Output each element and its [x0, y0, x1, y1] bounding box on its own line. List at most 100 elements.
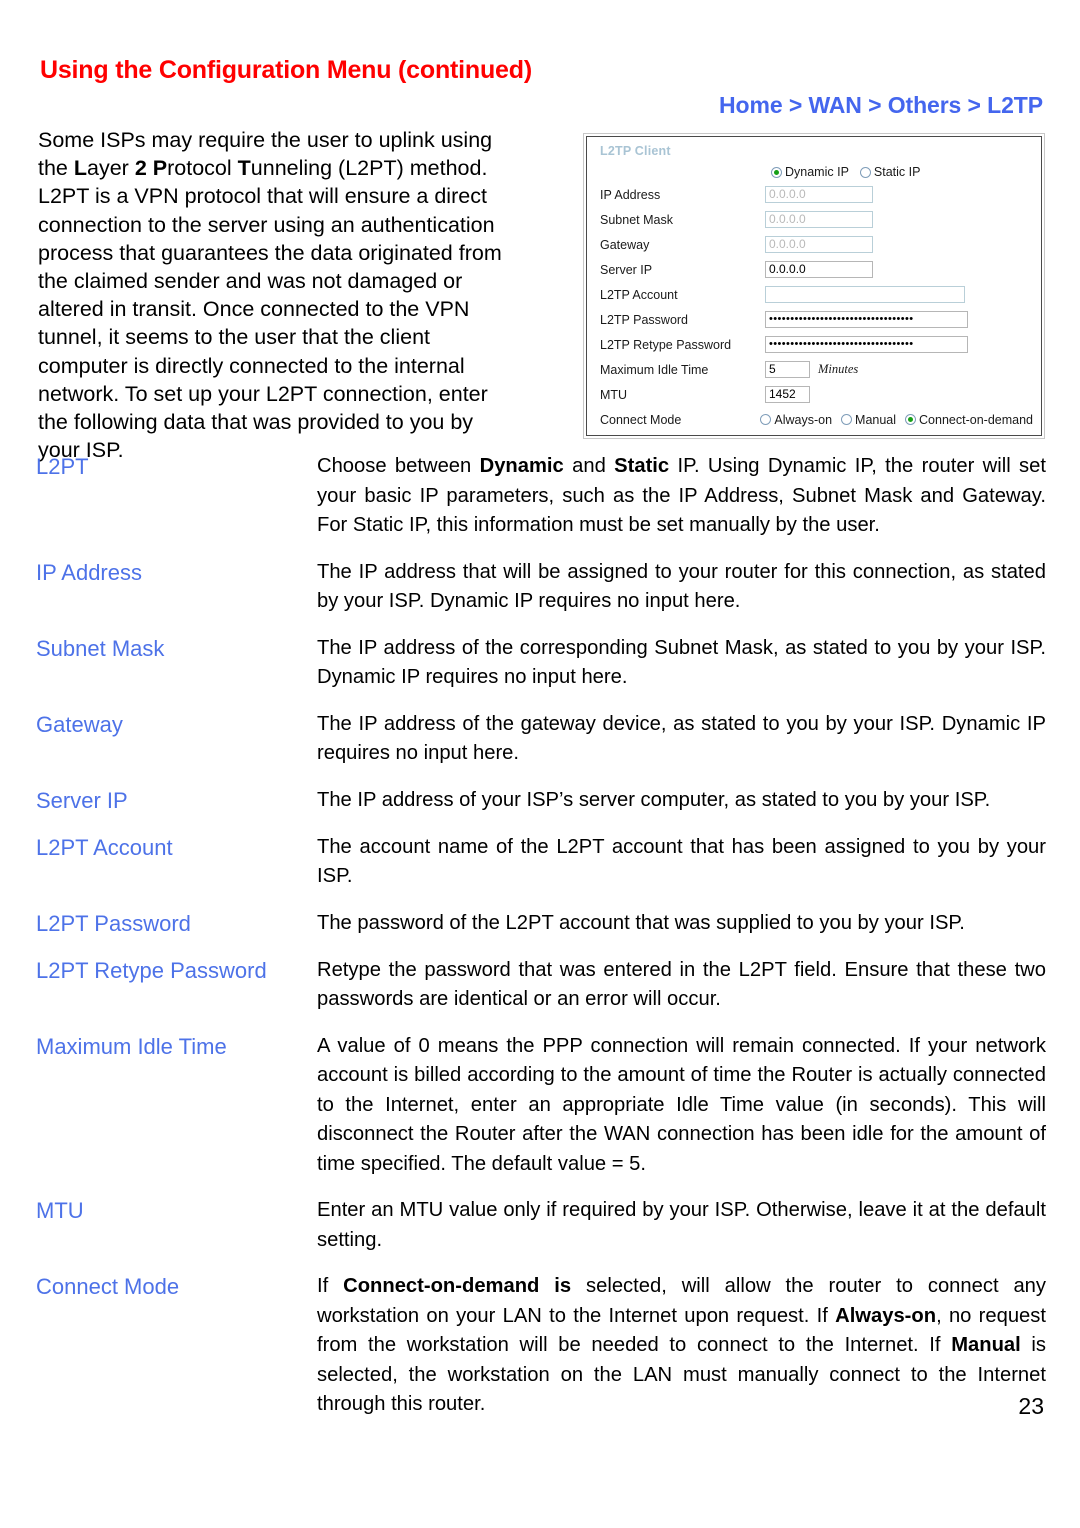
breadcrumb: Home > WAN > Others > L2TP — [719, 92, 1043, 118]
radio-label: Connect-on-demand — [919, 412, 1033, 427]
definition-term: L2PT Account — [36, 834, 173, 860]
field-label: L2TP Password — [600, 312, 689, 327]
l2tp-account-input[interactable] — [765, 286, 965, 303]
definition-description: A value of 0 means the PPP connection wi… — [317, 1032, 1046, 1180]
radio-always-on[interactable]: Always-on — [760, 413, 832, 427]
ip-mode-radio-group: Dynamic IP Static IP — [595, 165, 1033, 179]
definition-term: Maximum Idle Time — [36, 1033, 227, 1059]
intro-text: the — [38, 156, 74, 181]
intro-line: tunnel, it seems to the user that the cl… — [38, 325, 430, 350]
subnet-mask-input[interactable]: 0.0.0.0 — [765, 211, 873, 228]
definition-row: L2PT Retype Password Retype the password … — [36, 956, 1046, 1015]
radio-connect-on-demand[interactable]: Connect-on-demand — [905, 413, 1033, 427]
field-row-l2tp-retype-password: L2TP Retype Password •••••••••••••••••••… — [595, 332, 1033, 357]
intro-line: computer is directly connected to the in… — [38, 353, 465, 378]
field-label: Gateway — [600, 237, 650, 252]
definition-term: L2PT — [36, 454, 89, 479]
definition-description: The IP address of the corresponding Subn… — [317, 634, 1046, 693]
field-label: L2TP Retype Password — [600, 337, 732, 352]
ip-address-input[interactable]: 0.0.0.0 — [765, 186, 873, 203]
field-row-l2tp-account: L2TP Account — [595, 282, 1033, 307]
intro-line: network. To set up your L2PT connection,… — [38, 381, 488, 406]
definition-row: L2PT Choose between Dynamic and Static IP… — [36, 452, 1046, 541]
intro-text: unneling (L2PT) method. — [250, 156, 488, 181]
l2tp-client-panel-body: L2TP Client Dynamic IP Static IP IP Addr… — [586, 136, 1042, 436]
maximum-idle-time-input[interactable]: 5 — [765, 361, 810, 378]
server-ip-input[interactable]: 0.0.0.0 — [765, 261, 873, 278]
definition-description: Choose between Dynamic and Static IP. Us… — [317, 452, 1046, 541]
l2tp-form: IP Address 0.0.0.0 Subnet Mask 0.0.0.0 G… — [595, 182, 1033, 432]
definition-term: Connect Mode — [36, 1274, 180, 1299]
radio-static-ip[interactable]: Static IP — [859, 165, 921, 179]
definition-text: Choose between — [317, 455, 480, 477]
intro-paragraph: Some ISPs may require the user to uplink… — [38, 126, 563, 464]
definition-text: and — [563, 455, 615, 477]
definition-row: Subnet Mask The IP address of the corresp… — [36, 634, 1046, 693]
radio-label: Always-on — [774, 412, 833, 427]
definition-row: Gateway The IP address of the gateway dev… — [36, 710, 1046, 769]
definition-term: MTU — [36, 1198, 84, 1223]
l2tp-client-panel: L2TP Client Dynamic IP Static IP IP Addr… — [583, 133, 1045, 439]
definition-description: The IP address that will be assigned to … — [317, 558, 1046, 617]
definition-text: A value of 0 means the PPP connection wi… — [317, 1034, 1046, 1175]
radio-dot-icon — [859, 166, 871, 178]
intro-line: the Layer 2 Protocol Tunneling (L2PT) me… — [38, 154, 563, 182]
mtu-input[interactable]: 1452 — [765, 386, 810, 403]
intro-line: Some ISPs may require the user to uplink… — [38, 128, 493, 152]
radio-label: Manual — [855, 412, 897, 427]
definition-bold-text: Static — [614, 455, 670, 477]
intro-line: the claimed sender and was not damaged o… — [38, 269, 463, 294]
definition-description: The IP address of your ISP’s server comp… — [317, 786, 1046, 816]
radio-dot-icon — [760, 414, 772, 425]
intro-bold: P — [152, 156, 168, 181]
definition-row: Server IP The IP address of your ISP’s se… — [36, 786, 1046, 816]
field-label: Maximum Idle Time — [600, 362, 709, 377]
radio-manual[interactable]: Manual — [841, 413, 896, 427]
field-label: Connect Mode — [600, 412, 682, 427]
field-row-connect-mode: Connect Mode Always-on Manual Connect-on… — [595, 407, 1033, 432]
intro-text: rotocol — [167, 156, 238, 181]
definition-description: Retype the password that was entered in … — [317, 956, 1046, 1015]
definition-description: The account name of the L2PT account tha… — [317, 833, 1046, 892]
intro-text: ayer — [87, 156, 135, 181]
definition-text: The IP address of the corresponding Subn… — [317, 636, 1046, 689]
radio-dot-icon — [771, 166, 782, 178]
radio-dynamic-ip[interactable]: Dynamic IP — [771, 165, 849, 179]
intro-bold: L — [73, 156, 88, 181]
definition-term: L2PT Password — [36, 910, 191, 936]
definition-text: The account name of the L2PT account tha… — [317, 835, 1046, 888]
idle-time-unit-label: Minutes — [818, 362, 859, 376]
definition-bold-text: Connect-on-demand is — [343, 1275, 572, 1297]
definition-description: Enter an MTU value only if required by y… — [317, 1196, 1046, 1255]
definition-row: MTU Enter an MTU value only if required b… — [36, 1196, 1046, 1255]
l2tp-retype-password-input[interactable]: •••••••••••••••••••••••••••••••••• — [765, 336, 968, 353]
connect-mode-radio-group: Always-on Manual Connect-on-demand — [760, 413, 1033, 427]
intro-line: process that guarantees the data origina… — [38, 240, 502, 265]
l2tp-password-input[interactable]: •••••••••••••••••••••••••••••••••• — [765, 311, 968, 328]
field-row-server-ip: Server IP 0.0.0.0 — [595, 257, 1033, 282]
field-label: MTU — [600, 387, 628, 402]
radio-dot-icon — [841, 414, 853, 425]
document-page: Using the Configuration Menu (continued)… — [0, 0, 1080, 1528]
field-row-ip-address: IP Address 0.0.0.0 — [595, 182, 1033, 207]
definition-row: L2PT Account The account name of the L2PT… — [36, 833, 1046, 892]
field-row-gateway: Gateway 0.0.0.0 — [595, 232, 1033, 257]
definition-description: The IP address of the gateway device, as… — [317, 710, 1046, 769]
definition-bold-text: Always-on — [835, 1304, 937, 1327]
radio-dot-icon — [905, 414, 917, 425]
definition-row: L2PT Password The password of the L2PT ac… — [36, 909, 1046, 939]
intro-line: the following data that was provided to … — [38, 410, 474, 435]
definition-term: Gateway — [36, 711, 123, 737]
field-label: Subnet Mask — [600, 212, 673, 227]
definition-text: If — [317, 1275, 344, 1297]
radio-label: Static IP — [873, 165, 921, 179]
definition-row: Maximum Idle Time A value of 0 means the … — [36, 1032, 1046, 1180]
radio-label: Dynamic IP — [785, 165, 849, 179]
panel-title: L2TP Client — [600, 144, 671, 158]
definition-text: The IP address that will be assigned to … — [317, 560, 1046, 613]
intro-bold: 2 — [134, 156, 147, 181]
field-row-subnet-mask: Subnet Mask 0.0.0.0 — [595, 207, 1033, 232]
gateway-input[interactable]: 0.0.0.0 — [765, 236, 873, 253]
definition-bold-text: Dynamic — [479, 455, 564, 477]
definition-description: The password of the L2PT account that wa… — [317, 909, 1046, 939]
